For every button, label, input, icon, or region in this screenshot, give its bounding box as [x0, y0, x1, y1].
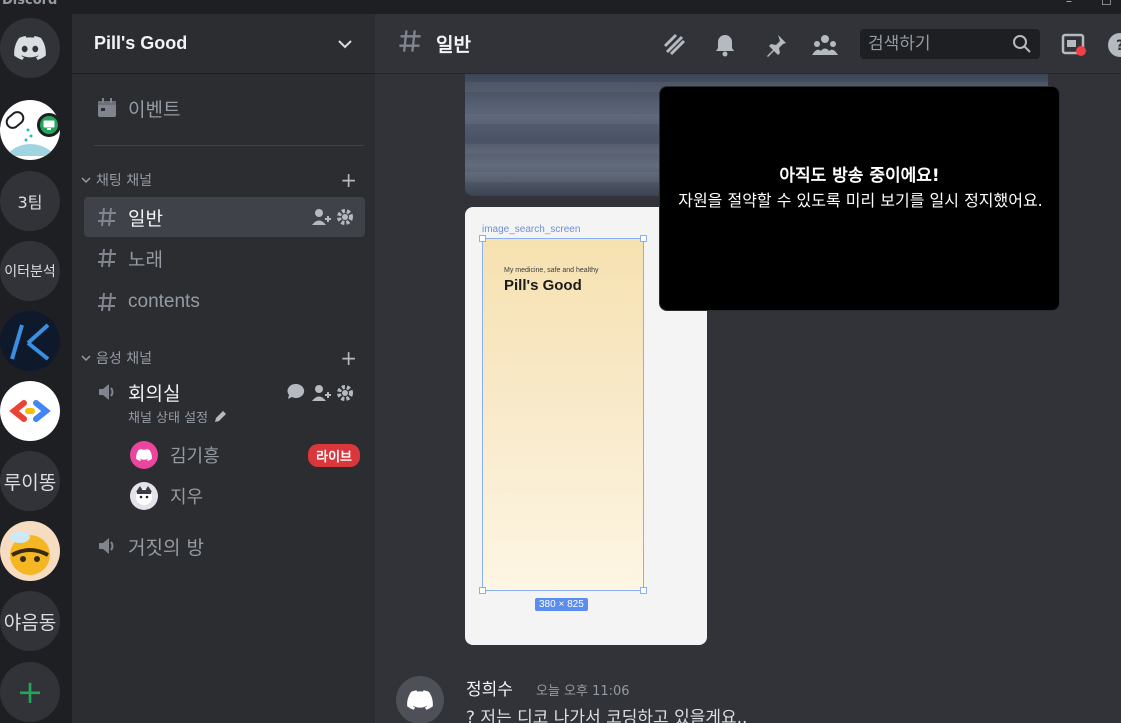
avatar	[130, 441, 158, 469]
hash-icon	[94, 245, 120, 271]
message-author[interactable]: 정희수	[466, 675, 513, 700]
popup-title: 아직도 방송 중이에요!	[779, 166, 940, 186]
inbox-icon[interactable]	[1059, 30, 1089, 60]
channel-status[interactable]: 채널 상태 설정	[128, 407, 227, 426]
channel-label: contents	[128, 291, 200, 312]
add-server-button[interactable]: +	[0, 662, 60, 722]
hash-icon	[94, 204, 120, 230]
message-text: ? 저는 디코 나가서 코딩하고 있을게요..	[466, 708, 748, 723]
speaker-icon	[94, 379, 120, 405]
message-timestamp: 오늘 오후 11:06	[536, 684, 630, 699]
channel-label: 일반	[128, 207, 163, 230]
voice-user-kim[interactable]: 김기흥 라이브	[130, 439, 360, 471]
svg-text:?: ?	[1116, 38, 1121, 54]
text-channels-category[interactable]: 채팅 채널 +	[80, 168, 365, 192]
category-chevron-icon	[81, 355, 91, 362]
search-icon	[1012, 34, 1032, 58]
server-ya-label: 야음동	[3, 611, 57, 634]
voice-user-name: 지우	[170, 487, 204, 508]
voice-channel-label: 거짓의 방	[128, 536, 204, 559]
channel-item-general[interactable]: 일반	[84, 197, 365, 237]
dimension-badge: 380 × 825	[535, 598, 588, 611]
server-rail: 3팀 이터분석 루이똥 야음동 +	[0, 14, 72, 723]
server-name: Pill's Good	[94, 33, 188, 53]
members-icon[interactable]	[810, 30, 840, 60]
resize-handle	[479, 587, 486, 594]
server-bee[interactable]	[0, 521, 60, 581]
live-status-icon	[37, 113, 61, 137]
plus-icon: +	[16, 673, 44, 711]
popup-body: 자원을 절약할 수 있도록 미리 보기를 일시 정지했어요.	[678, 191, 1043, 210]
discord-app: Discord – ☐ 3팀 이터분석 루이똥 야음동 + Pill's Goo…	[0, 0, 1121, 723]
channel-item-songs[interactable]: 노래	[84, 238, 365, 278]
text-category-label: 채팅 채널	[96, 173, 152, 189]
server-data-analysis[interactable]: 이터분석	[0, 241, 60, 301]
voice-channel-lies[interactable]: 거짓의 방	[84, 526, 365, 566]
invite-icon[interactable]	[311, 207, 331, 231]
channel-title: 일반	[436, 34, 471, 56]
resize-handle	[479, 235, 486, 242]
pin-icon[interactable]	[761, 30, 791, 60]
app-brand: Discord	[2, 0, 58, 8]
title-bar: Discord – ☐	[0, 0, 1121, 14]
create-channel-icon[interactable]: +	[340, 168, 357, 192]
frame-label: image_search_screen	[482, 224, 581, 235]
pencil-icon	[215, 410, 227, 422]
gear-icon[interactable]	[335, 383, 355, 407]
code-brackets-icon	[9, 400, 51, 422]
server-ya[interactable]: 야음동	[0, 591, 60, 651]
server-dev[interactable]	[0, 381, 60, 441]
maximize-icon[interactable]: ☐	[1101, 0, 1113, 8]
voice-channel-label: 회의실	[128, 383, 181, 405]
avatar[interactable]	[396, 676, 444, 723]
app-subtitle: My medicine, safe and healthy	[504, 267, 599, 274]
discord-logo-icon	[14, 36, 46, 60]
category-chevron-icon	[81, 177, 91, 184]
app-mockup: My medicine, safe and healthy Pill's Goo…	[482, 238, 644, 591]
hash-icon	[94, 289, 120, 315]
server-k[interactable]	[0, 311, 60, 371]
channel-sidebar: Pill's Good 이벤트 채팅 채널 + 일반 노래 contents 음…	[72, 14, 375, 723]
avatar	[130, 482, 158, 510]
speaker-icon	[94, 533, 120, 559]
channel-status-label: 채널 상태 설정	[128, 411, 209, 426]
gear-icon[interactable]	[335, 207, 355, 231]
voice-user-name: 김기흥	[170, 446, 220, 467]
invite-icon[interactable]	[311, 383, 331, 407]
minimize-icon[interactable]: –	[1066, 0, 1078, 8]
app-title: Pill's Good	[504, 277, 582, 294]
chevron-down-icon	[338, 39, 352, 48]
voice-category-label: 음성 채널	[96, 351, 152, 367]
sidebar-divider	[94, 145, 364, 146]
server-ruittong-label: 루이똥	[3, 471, 57, 494]
events-item[interactable]: 이벤트	[84, 88, 365, 128]
direct-messages-button[interactable]	[0, 18, 60, 78]
calendar-icon	[94, 95, 120, 121]
k-logo-icon	[10, 323, 50, 361]
resize-handle	[640, 235, 647, 242]
create-channel-icon[interactable]: +	[340, 346, 357, 370]
server-header[interactable]: Pill's Good	[72, 14, 375, 74]
resize-handle	[640, 587, 647, 594]
bell-icon[interactable]	[710, 30, 740, 60]
channel-header: 일반 ?	[375, 14, 1121, 74]
server-3team-label: 3팀	[17, 193, 43, 212]
voice-channels-category[interactable]: 음성 채널 +	[80, 346, 365, 370]
events-label: 이벤트	[128, 98, 181, 121]
server-data-analysis-label: 이터분석	[4, 264, 56, 280]
live-badge: 라이브	[308, 443, 360, 467]
threads-icon[interactable]	[660, 30, 690, 60]
server-3team[interactable]: 3팀	[0, 171, 60, 231]
help-icon[interactable]: ?	[1105, 30, 1121, 60]
stream-paused-popup: 아직도 방송 중이에요! 자원을 절약할 수 있도록 미리 보기를 일시 정지했…	[659, 86, 1060, 311]
server-ruittong[interactable]: 루이똥	[0, 451, 60, 511]
hash-icon	[397, 28, 423, 58]
channel-item-contents[interactable]: contents	[84, 282, 365, 322]
bee-avatar-icon	[10, 531, 50, 575]
voice-user-jiwoo[interactable]: 지우	[130, 480, 360, 512]
channel-label: 노래	[128, 248, 163, 271]
chat-bubble-icon[interactable]	[287, 383, 305, 405]
discord-logo-icon	[407, 690, 433, 710]
